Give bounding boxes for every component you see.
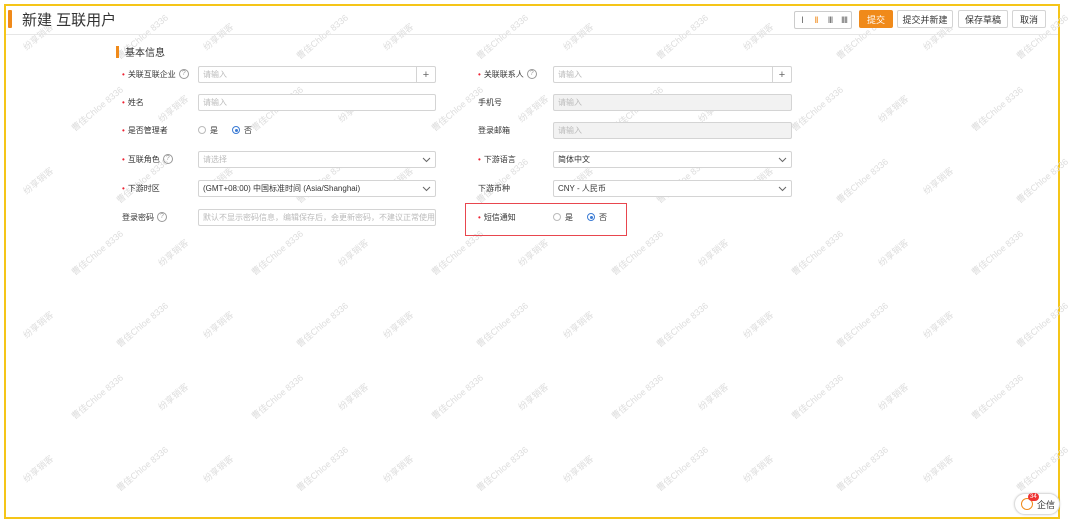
is-admin-no[interactable]: 否 [232,125,252,136]
is-admin-label: • 是否管理者 [122,125,168,135]
section-title: 基本信息 [125,48,165,59]
help-icon[interactable]: ? [162,154,173,164]
sms-highlight-box [465,203,627,236]
role-select[interactable]: 请选择 [198,151,436,168]
name-label: • 姓名 [122,97,144,107]
required-mark: • [122,97,125,107]
login-email-input: 请输入 [553,122,792,139]
layout-three-columns[interactable]: III [823,12,837,28]
help-icon[interactable]: ? [157,212,167,222]
layout-four-columns[interactable]: IIII [837,12,851,28]
page-title: 新建 互联用户 [22,12,117,29]
save-draft-button[interactable]: 保存草稿 [958,10,1008,28]
plus-icon[interactable]: + [772,67,791,82]
phone-input: 请输入 [553,94,792,111]
layout-one-column[interactable]: I [795,12,809,28]
help-icon[interactable]: ? [526,69,537,79]
contact-input[interactable]: 请输入 + [553,66,792,83]
is-admin-radio-group: 是 否 [198,122,266,138]
column-layout-toggle: I II III IIII [794,11,852,29]
help-icon[interactable]: ? [178,69,189,79]
submit-and-new-button[interactable]: 提交并新建 [897,10,953,28]
cancel-button[interactable]: 取消 [1012,10,1046,28]
plus-icon[interactable]: + [416,67,435,82]
timezone-select[interactable]: (GMT+08:00) 中国标准时间 (Asia/Shanghai) [198,180,436,197]
required-mark: • [478,154,481,164]
radio-icon[interactable] [198,126,206,134]
chevron-down-icon[interactable] [417,181,435,196]
required-mark: • [122,183,125,193]
required-mark: • [122,69,125,79]
password-label: 登录密码? [122,209,167,225]
name-input[interactable]: 请输入 [198,94,436,111]
chevron-down-icon[interactable] [417,152,435,167]
currency-select[interactable]: CNY - 人民币 [553,180,792,197]
role-label: • 互联角色? [122,151,173,167]
password-input[interactable]: 默认不显示密码信息，编辑保存后，会更新密码，不建议正常使用的客户修改 [198,209,436,226]
timezone-label: • 下游时区 [122,183,160,193]
required-mark: • [122,125,125,135]
chevron-down-icon[interactable] [773,181,791,196]
required-mark: • [478,69,481,79]
chat-help-label: 企信 [1037,499,1056,510]
company-label: • 关联互联企业? [122,66,189,82]
submit-button[interactable]: 提交 [859,10,893,28]
currency-label: 下游币种 [478,183,510,193]
chat-bubble-icon: 34 [1021,493,1039,510]
radio-selected-icon[interactable] [232,126,240,134]
phone-label: 手机号 [478,97,502,107]
layout-two-columns[interactable]: II [809,12,823,28]
section-accent [116,45,119,58]
chevron-down-icon[interactable] [773,152,791,167]
language-label: • 下游语言 [478,154,516,164]
company-input[interactable]: 请输入 + [198,66,436,83]
login-email-label: 登录邮箱 [478,125,510,135]
is-admin-yes[interactable]: 是 [198,125,218,136]
section-basic-info: 基本信息 [116,44,165,59]
language-select[interactable]: 简体中文 [553,151,792,168]
chat-help-button[interactable]: 34 企信 [1014,493,1060,515]
contact-label: • 关联联系人? [478,66,537,82]
required-mark: • [122,154,125,164]
title-accent [8,10,12,28]
unread-badge: 34 [1028,493,1039,501]
